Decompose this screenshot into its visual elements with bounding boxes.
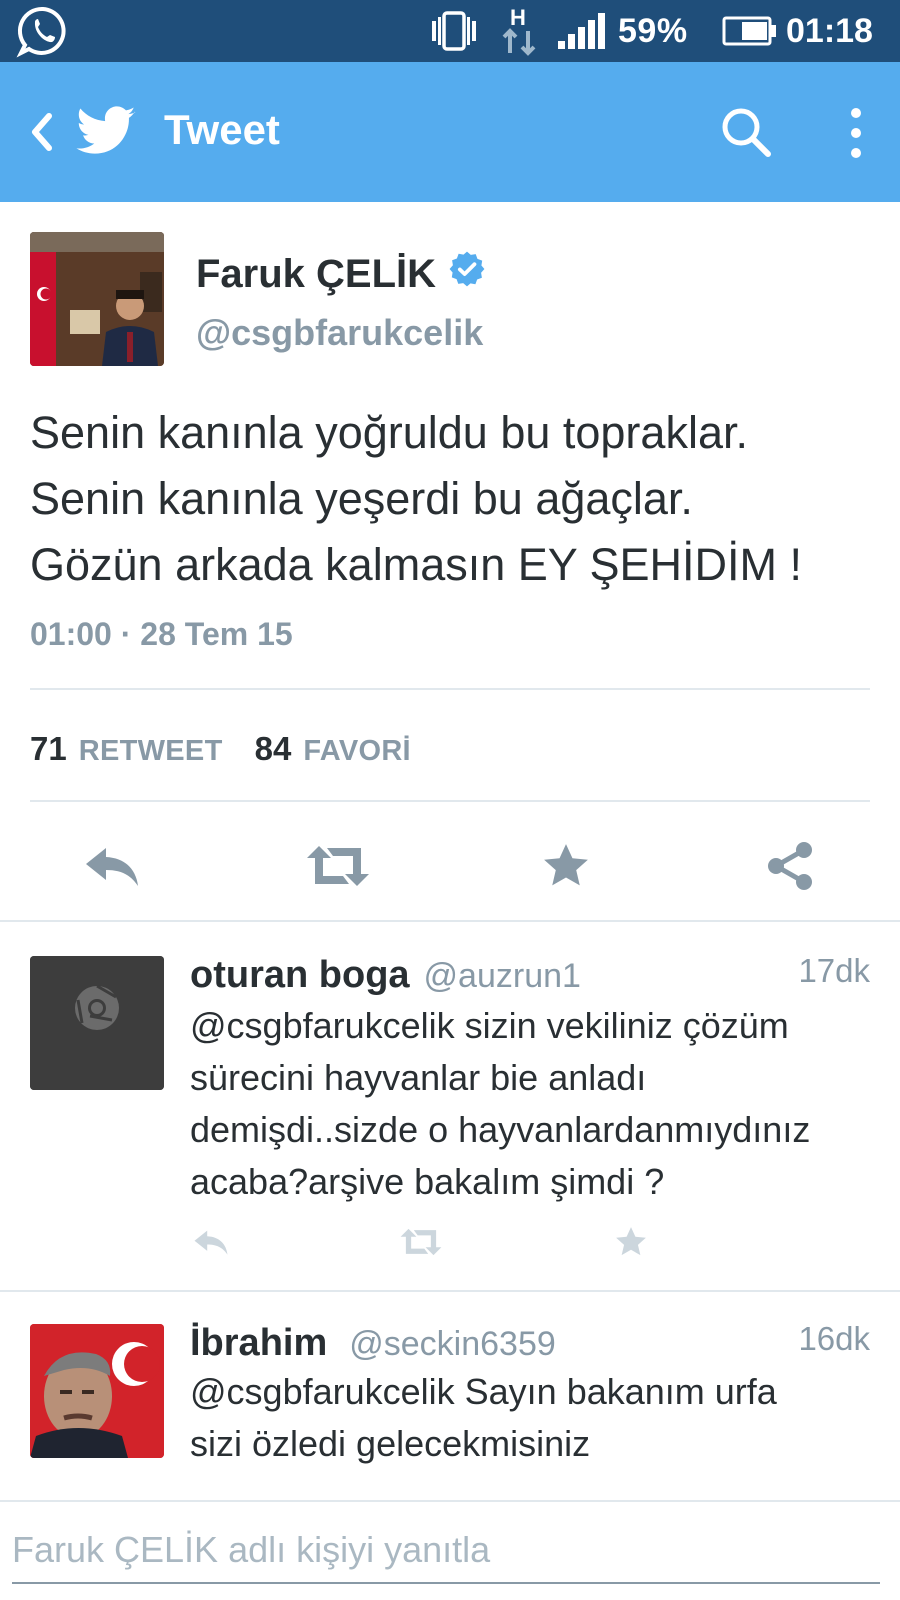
reply-avatar[interactable] xyxy=(30,1324,164,1458)
author-name-row[interactable]: Faruk ÇELİK xyxy=(196,250,486,298)
more-vert-icon[interactable] xyxy=(828,98,884,168)
divider xyxy=(30,688,870,690)
favorite-count[interactable]: 84 xyxy=(255,730,292,768)
author-name[interactable]: Faruk ÇELİK xyxy=(196,252,436,297)
status-bar: H 59% 01:18 xyxy=(0,0,900,62)
reply-icon[interactable] xyxy=(186,1222,236,1262)
favorite-star-icon[interactable] xyxy=(526,836,606,896)
whatsapp-icon xyxy=(16,0,70,62)
reply-timestamp: 17dk xyxy=(798,952,870,989)
input-underline xyxy=(12,1582,880,1584)
tweet-text-line: Gözün arkada kalmasın EY ŞEHİDİM ! xyxy=(30,539,802,590)
clock: 01:18 xyxy=(786,11,873,50)
reply-text: @csgbfarukcelik Sayın bakanım urfa sizi … xyxy=(190,1366,880,1470)
reply-author-handle[interactable]: @auzrun1 xyxy=(424,957,581,996)
reply-text: @csgbfarukcelik sizin vekiliniz çözüm sü… xyxy=(190,1000,880,1208)
divider xyxy=(30,800,870,802)
twitter-bird-icon xyxy=(74,100,138,164)
toolbar-title: Tweet xyxy=(164,106,280,153)
favorite-star-icon[interactable] xyxy=(606,1222,656,1262)
reply-avatar[interactable] xyxy=(30,956,164,1090)
battery-icon xyxy=(722,0,778,62)
section-divider xyxy=(0,920,900,922)
reply-icon[interactable] xyxy=(72,836,152,896)
app-toolbar: Tweet xyxy=(0,62,900,202)
author-avatar[interactable] xyxy=(30,232,164,366)
reply-text-line: sizi özledi gelecekmisiniz xyxy=(190,1423,591,1464)
tweet-text-line: Senin kanınla yoğruldu bu topraklar. xyxy=(30,407,748,458)
reply-header: oturan boga @auzrun1 xyxy=(190,954,581,997)
reply-composer xyxy=(0,1500,900,1600)
retweet-count[interactable]: 71 xyxy=(30,730,67,768)
vibrate-icon xyxy=(430,0,478,62)
reply-text-line: acaba?arşive bakalım şimdi ? xyxy=(190,1161,665,1202)
reply-timestamp: 16dk xyxy=(798,1320,870,1357)
reply-text-line: @csgbfarukcelik Sayın bakanım urfa xyxy=(190,1371,777,1412)
battery-percent: 59% xyxy=(618,11,688,50)
search-icon[interactable] xyxy=(714,100,778,164)
reply-input[interactable] xyxy=(12,1522,882,1578)
data-arrows-icon: H xyxy=(500,0,540,62)
reply-author-name[interactable]: İbrahim xyxy=(190,1322,327,1365)
retweet-icon[interactable] xyxy=(396,1222,446,1262)
reply-text-line: sürecini hayvanlar bie anladı xyxy=(190,1057,647,1098)
divider xyxy=(0,1290,900,1292)
tweet-text: Senin kanınla yoğruldu bu topraklar. Sen… xyxy=(30,400,880,598)
back-arrow-icon[interactable] xyxy=(12,102,72,162)
author-handle[interactable]: @csgbfarukcelik xyxy=(196,312,483,354)
retweet-label[interactable]: RETWEET xyxy=(79,735,223,768)
tweet-timestamp: 01:00 · 28 Tem 15 xyxy=(30,616,293,652)
favorite-label[interactable]: FAVORİ xyxy=(303,735,411,768)
verified-badge-icon xyxy=(448,250,486,298)
reply-header: İbrahim @seckin6359 xyxy=(190,1322,556,1365)
network-type-label: H xyxy=(510,5,526,30)
reply-author-name[interactable]: oturan boga xyxy=(190,954,410,997)
reply-author-handle[interactable]: @seckin6359 xyxy=(349,1325,556,1364)
retweet-icon[interactable] xyxy=(298,836,378,896)
share-icon[interactable] xyxy=(750,836,830,896)
signal-icon xyxy=(556,0,606,62)
tweet-stats: 71 RETWEET 84 FAVORİ xyxy=(30,730,443,768)
reply-text-line: demişdi..sizde o hayvanlardanmıydınız xyxy=(190,1109,811,1150)
reply-text-line: @csgbfarukcelik sizin vekiliniz çözüm xyxy=(190,1005,789,1046)
tweet-text-line: Senin kanınla yeşerdi bu ağaçlar. xyxy=(30,473,693,524)
